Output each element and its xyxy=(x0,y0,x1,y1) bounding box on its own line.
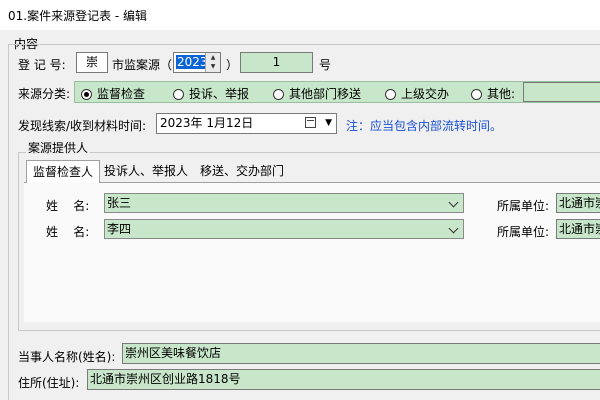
radio-complaint[interactable]: 投诉、举报 xyxy=(173,85,249,102)
registration-number-field[interactable]: 1 xyxy=(240,52,313,73)
radio-icon[interactable] xyxy=(385,89,396,100)
discovery-date-value: 2023年 1月12日 xyxy=(160,116,254,130)
inspector-1-unit-field[interactable]: 北通市崇 xyxy=(556,193,600,213)
source-type-radio-group: 监督检查 投诉、举报 其他部门移送 上级交办 其他: xyxy=(74,81,600,103)
window-title: 01.案件来源登记表 - 编辑 xyxy=(8,9,148,23)
inspector-2-name: 李四 xyxy=(107,222,132,236)
inspector-1-name: 张三 xyxy=(107,196,132,210)
provider-group-border-bottom xyxy=(18,330,600,331)
tab-complainants[interactable]: 投诉人、举报人 xyxy=(98,160,194,182)
radio-icon[interactable] xyxy=(471,89,482,100)
registration-unit-label: 市监案源（ xyxy=(112,58,173,72)
spin-up-icon[interactable]: ▲ xyxy=(206,53,220,62)
inspector-1-unit-label: 所属单位: xyxy=(497,199,550,213)
radio-icon[interactable] xyxy=(173,89,184,100)
year-spin-buttons[interactable]: ▲ ▼ xyxy=(205,53,220,72)
content-group-border-top xyxy=(8,44,600,45)
discovery-date-label: 发现线索/收到材料时间: xyxy=(18,119,147,133)
radio-inspection[interactable]: 监督检查 xyxy=(81,85,145,102)
chevron-down-icon[interactable] xyxy=(446,194,460,212)
discovery-date-picker[interactable]: 2023年 1月12日 ▼ xyxy=(156,113,337,134)
tabs-baseline xyxy=(24,182,600,183)
chevron-down-icon[interactable] xyxy=(446,220,460,238)
registration-suffix: 号 xyxy=(319,58,332,72)
radio-icon[interactable] xyxy=(81,89,92,100)
tab-inspectors[interactable]: 监督检查人 xyxy=(26,160,101,183)
source-type-label: 来源分类: xyxy=(18,87,71,101)
radio-icon[interactable] xyxy=(273,89,284,100)
registration-close-paren: ） xyxy=(226,58,239,72)
content-group-border-left xyxy=(8,44,9,400)
inspector-2-unit-label: 所属单位: xyxy=(497,225,550,239)
address-field[interactable]: 北通市崇州区创业路1818号 xyxy=(87,369,600,390)
year-spinner[interactable]: 2023 ▲ ▼ xyxy=(173,52,221,73)
address-label: 住所(住址): xyxy=(18,376,80,390)
year-value[interactable]: 2023 xyxy=(176,55,209,69)
spin-down-icon[interactable]: ▼ xyxy=(206,62,220,71)
radio-transfer[interactable]: 其他部门移送 xyxy=(273,85,361,102)
other-source-input[interactable] xyxy=(523,82,600,102)
inspector-2-unit-field[interactable]: 北通市崇 xyxy=(556,219,600,239)
radio-other[interactable]: 其他: xyxy=(471,85,515,102)
inspector-2-name-label: 姓 名: xyxy=(46,225,90,239)
party-name-label: 当事人名称(姓名): xyxy=(18,350,116,364)
registration-prefix-field[interactable]: 崇 xyxy=(76,52,108,73)
party-name-field[interactable]: 崇州区美味餐饮店 xyxy=(122,343,600,364)
chevron-down-icon[interactable]: ▼ xyxy=(325,114,332,133)
registration-label: 登 记 号: xyxy=(18,58,66,72)
provider-group-label: 案源提供人 xyxy=(26,139,91,156)
radio-assigned[interactable]: 上级交办 xyxy=(385,85,449,102)
inspector-1-name-combo[interactable]: 张三 xyxy=(104,193,464,213)
inspector-1-name-label: 姓 名: xyxy=(46,199,90,213)
discovery-note: 注：应当包含内部流转时间。 xyxy=(346,119,503,133)
tab-transfer-departments[interactable]: 移送、交办部门 xyxy=(194,160,290,182)
inspector-2-name-combo[interactable]: 李四 xyxy=(104,219,464,239)
calendar-icon[interactable] xyxy=(305,117,316,128)
provider-group-border-top xyxy=(18,152,600,153)
provider-group-border-left xyxy=(18,152,19,330)
title-bar: 01.案件来源登记表 - 编辑 xyxy=(0,0,600,30)
